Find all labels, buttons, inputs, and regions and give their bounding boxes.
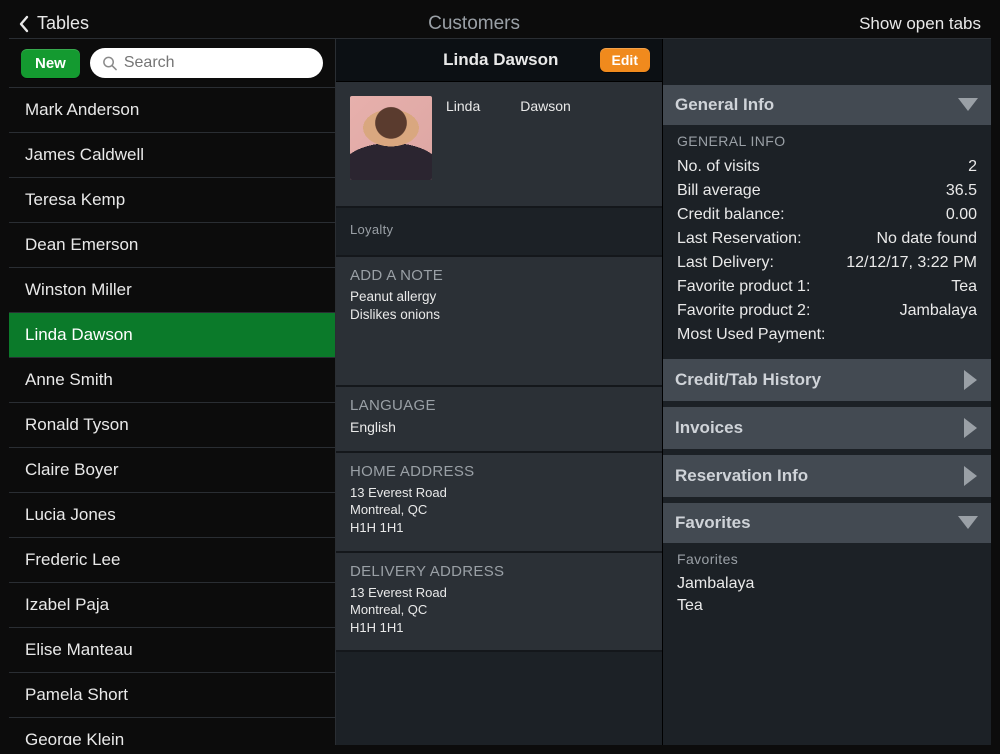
list-item[interactable]: Ronald Tyson — [9, 403, 335, 448]
favorite-item: Jambalaya — [677, 573, 977, 595]
chevron-left-icon — [19, 15, 29, 33]
list-toolbar: New — [9, 39, 335, 88]
list-item[interactable]: Frederic Lee — [9, 538, 335, 583]
list-item[interactable]: James Caldwell — [9, 133, 335, 178]
info-row: Last Delivery:12/12/17, 3:22 PM — [677, 251, 977, 275]
loyalty-section[interactable]: Loyalty — [336, 208, 662, 257]
search-icon — [102, 56, 117, 71]
chevron-down-icon — [957, 97, 979, 113]
info-row: Favorite product 2:Jambalaya — [677, 299, 977, 323]
info-panel: General Info GENERAL INFO No. of visits2… — [663, 39, 991, 745]
info-row: Credit balance:0.00 — [677, 203, 977, 227]
section-title: Invoices — [675, 418, 743, 438]
general-info-body: GENERAL INFO No. of visits2Bill average3… — [663, 125, 991, 353]
info-row: Favorite product 1:Tea — [677, 275, 977, 299]
info-row: Last Reservation:No date found — [677, 227, 977, 251]
delivery-address-section[interactable]: DELIVERY ADDRESS 13 Everest RoadMontreal… — [336, 553, 662, 653]
chevron-right-icon — [963, 369, 979, 391]
favorites-subhead: Favorites — [677, 551, 977, 567]
customer-full-name: Linda Dawson — [443, 50, 558, 70]
list-item[interactable]: Claire Boyer — [9, 448, 335, 493]
favorite-item: Tea — [677, 595, 977, 617]
list-item[interactable]: Winston Miller — [9, 268, 335, 313]
section-favorites[interactable]: Favorites — [663, 503, 991, 543]
notes-section[interactable]: ADD A NOTE Peanut allergyDislikes onions — [336, 257, 662, 387]
topbar: Tables Customers Show open tabs — [9, 9, 991, 39]
section-title: Favorites — [675, 513, 751, 533]
customer-list: Mark AndersonJames CaldwellTeresa KempDe… — [9, 88, 335, 745]
list-item[interactable]: Linda Dawson — [9, 313, 335, 358]
section-title: Reservation Info — [675, 466, 808, 486]
edit-button[interactable]: Edit — [600, 48, 650, 72]
info-row: Bill average36.5 — [677, 179, 977, 203]
favorites-body: Favorites JambalayaTea — [663, 543, 991, 623]
back-label: Tables — [37, 13, 89, 34]
profile-row: Linda Dawson — [336, 82, 662, 208]
add-note-label: ADD A NOTE — [350, 267, 648, 284]
show-open-tabs-link[interactable]: Show open tabs — [859, 14, 981, 34]
section-invoices[interactable]: Invoices — [663, 407, 991, 449]
last-name: Dawson — [520, 98, 571, 180]
section-title: Credit/Tab History — [675, 370, 821, 390]
notes-text: Peanut allergyDislikes onions — [350, 288, 648, 324]
section-reservation-info[interactable]: Reservation Info — [663, 455, 991, 497]
language-section[interactable]: LANGUAGE English — [336, 387, 662, 453]
language-label: LANGUAGE — [350, 397, 648, 414]
list-item[interactable]: Pamela Short — [9, 673, 335, 718]
list-item[interactable]: Izabel Paja — [9, 583, 335, 628]
list-item[interactable]: Elise Manteau — [9, 628, 335, 673]
list-item[interactable]: Mark Anderson — [9, 88, 335, 133]
general-subhead: GENERAL INFO — [677, 133, 977, 149]
language-value: English — [350, 418, 648, 437]
delivery-address-label: DELIVERY ADDRESS — [350, 563, 648, 580]
section-credit-history[interactable]: Credit/Tab History — [663, 359, 991, 401]
list-item[interactable]: Anne Smith — [9, 358, 335, 403]
customer-list-panel: New Mark AndersonJames CaldwellTeresa Ke… — [9, 39, 336, 745]
info-row: Most Used Payment: — [677, 323, 977, 347]
search-input[interactable] — [90, 48, 323, 78]
home-address-value: 13 Everest RoadMontreal, QCH1H 1H1 — [350, 484, 648, 537]
info-row: No. of visits2 — [677, 155, 977, 179]
page-title: Customers — [428, 13, 520, 35]
chevron-down-icon — [957, 515, 979, 531]
list-item[interactable]: Teresa Kemp — [9, 178, 335, 223]
list-item[interactable]: Lucia Jones — [9, 493, 335, 538]
chevron-right-icon — [963, 417, 979, 439]
home-address-section[interactable]: HOME ADDRESS 13 Everest RoadMontreal, QC… — [336, 453, 662, 553]
customer-detail-panel: Linda Dawson Edit Linda Dawson Loyalty A… — [336, 39, 663, 745]
detail-header: Linda Dawson Edit — [336, 39, 662, 82]
search-wrap — [90, 48, 323, 78]
back-button[interactable]: Tables — [19, 13, 89, 34]
delivery-address-value: 13 Everest RoadMontreal, QCH1H 1H1 — [350, 584, 648, 637]
chevron-right-icon — [963, 465, 979, 487]
loyalty-label: Loyalty — [350, 222, 648, 237]
home-address-label: HOME ADDRESS — [350, 463, 648, 480]
section-title: General Info — [675, 95, 774, 115]
new-button[interactable]: New — [21, 49, 80, 78]
first-name: Linda — [446, 98, 480, 180]
list-item[interactable]: George Klein — [9, 718, 335, 745]
section-general-info[interactable]: General Info — [663, 85, 991, 125]
list-item[interactable]: Dean Emerson — [9, 223, 335, 268]
avatar — [350, 96, 432, 180]
